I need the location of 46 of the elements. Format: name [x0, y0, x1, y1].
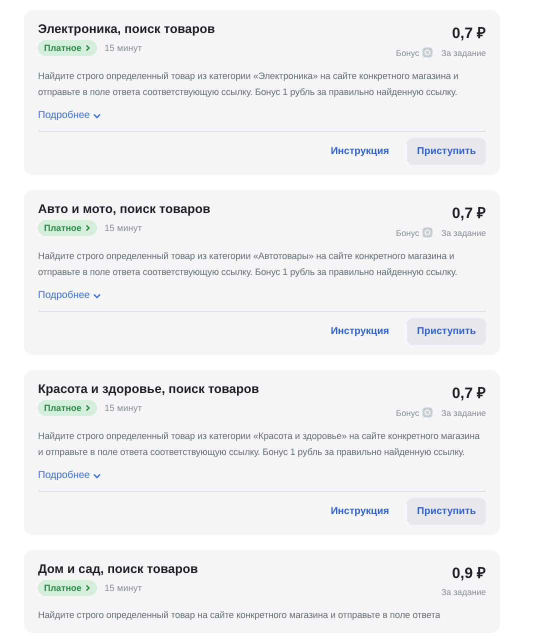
paid-badge[interactable]: Платное: [38, 400, 97, 416]
price-text: 0,9 ₽: [452, 564, 486, 582]
task-title: Электроника, поиск товаров: [38, 22, 215, 36]
bonus-icon: [422, 407, 434, 418]
duration-text: 15 минут: [104, 223, 142, 233]
chevron-icon: [84, 224, 91, 232]
more-link[interactable]: Подробнее: [38, 290, 101, 301]
start-button[interactable]: Приступить: [407, 498, 486, 525]
duration-text: 15 минут: [104, 403, 142, 413]
bonus-icon: [422, 47, 434, 58]
task-title: Авто и мото, поиск товаров: [38, 202, 210, 216]
more-link[interactable]: Подробнее: [38, 470, 101, 481]
instruction-button[interactable]: Инструкция: [320, 318, 400, 345]
bonus-label: Бонус: [396, 48, 420, 58]
per-task-label: За задание: [441, 228, 486, 238]
chevron-icon: [84, 404, 91, 412]
price-text: 0,7 ₽: [452, 24, 486, 42]
bonus-label: Бонус: [396, 408, 420, 418]
per-task-label: За задание: [441, 587, 486, 597]
task-description: Найдите строго определенный товар на сайте конкретного магазина и отправьте в поле ответа: [38, 609, 442, 622]
task-description: Найдите строго определенный товар из категории «Красота и здоровье» на сайте конкретного магазина и отправьте в поле ответа соответствующую ссылку. Бонус 1 рубль за правильно найденную ссылку.: [38, 430, 481, 459]
start-button[interactable]: Приступить: [407, 318, 486, 345]
paid-badge[interactable]: Платное: [38, 580, 97, 596]
chevron-down-icon: [92, 472, 101, 478]
price-text: 0,7 ₽: [452, 204, 486, 222]
instruction-button[interactable]: Инструкция: [320, 498, 400, 525]
chevron-down-icon: [92, 292, 101, 298]
task-title: Дом и сад, поиск товаров: [38, 562, 198, 576]
task-description: Найдите строго определенный товар из категории «Автотовары» на сайте конкретного магазина и отправьте в поле ответа соответствующую ссылку. Бонус 1 рубль за правильно найденную ссылку.: [38, 250, 458, 279]
duration-text: 15 минут: [104, 43, 142, 53]
chevron-icon: [84, 44, 91, 52]
paid-badge[interactable]: Платное: [38, 220, 97, 236]
paid-badge[interactable]: Платное: [38, 40, 97, 56]
per-task-label: За задание: [441, 48, 486, 58]
bonus-label: Бонус: [396, 228, 420, 238]
more-link[interactable]: Подробнее: [38, 110, 101, 121]
start-button[interactable]: Приступить: [407, 138, 486, 165]
task-title: Красота и здоровье, поиск товаров: [38, 382, 260, 396]
price-text: 0,7 ₽: [452, 384, 486, 402]
task-description: Найдите строго определенный товар из категории «Электроника» на сайте конкретного магазина и отправьте в поле ответа соответствующую ссылку. Бонус 1 рубль за правильно найденную ссылку.: [38, 70, 460, 99]
per-task-label: За задание: [441, 408, 486, 418]
duration-text: 15 минут: [104, 583, 142, 593]
chevron-icon: [84, 584, 91, 592]
instruction-button[interactable]: Инструкция: [320, 138, 400, 165]
bonus-icon: [422, 227, 434, 238]
chevron-down-icon: [92, 112, 101, 118]
